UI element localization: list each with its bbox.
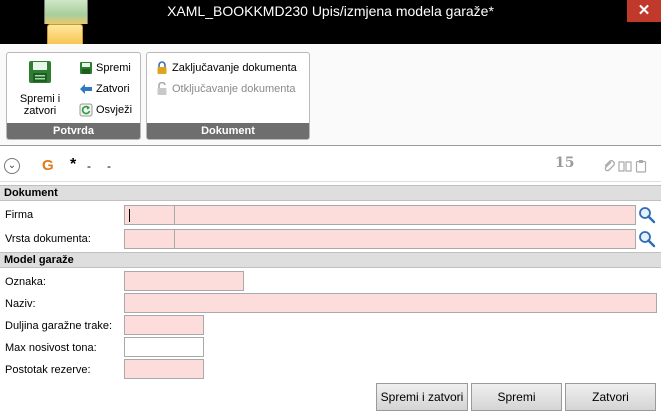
ribbon-home-tab[interactable]: [47, 24, 83, 46]
vrsta-dokumenta-code-input[interactable]: [124, 229, 175, 249]
firma-name-input[interactable]: [174, 205, 636, 225]
book-icon[interactable]: [618, 159, 632, 173]
collapse-toggle-icon[interactable]: ⌄: [4, 158, 20, 174]
ribbon-tab-strip: [0, 24, 661, 44]
attachment-icon[interactable]: [602, 159, 616, 173]
save-icon: [80, 62, 92, 74]
naziv-label: Naziv:: [5, 298, 36, 310]
save-and-close-button[interactable]: Spremi i zatvori: [376, 383, 468, 411]
max-nosivost-label: Max nosivost tona:: [5, 342, 97, 354]
vrsta-dokumenta-label: Vrsta dokumenta:: [5, 233, 91, 245]
unlock-document-label: Otključavanje dokumenta: [172, 83, 296, 95]
vrsta-dokumenta-name-input[interactable]: [174, 229, 636, 249]
save-ribbon-button[interactable]: Spremi: [79, 59, 131, 77]
lock-icon: [157, 61, 167, 74]
g-logo-icon[interactable]: G: [42, 157, 54, 174]
unlock-document-button[interactable]: Otključavanje dokumenta: [155, 80, 296, 98]
naziv-input[interactable]: [124, 293, 657, 313]
save-and-close-ribbon-button[interactable]: Spremi i zatvori: [13, 59, 67, 117]
arrow-left-icon: [80, 84, 92, 94]
refresh-ribbon-label: Osvježi: [96, 104, 133, 116]
ribbon-group-potvrda: Spremi i zatvori Spremi Zatvori Osvježi: [6, 52, 141, 140]
document-number: -: [87, 159, 91, 173]
ribbon-group-label-dokument: Dokument: [147, 123, 309, 139]
ribbon-group-label-potvrda: Potvrda: [7, 123, 140, 139]
postotak-rezerve-label: Postotak rezerve:: [5, 364, 91, 376]
save-ribbon-label: Spremi: [96, 62, 131, 74]
duljina-garazne-trake-label: Duljina garažne trake:: [5, 320, 113, 332]
vrsta-dokumenta-search-icon[interactable]: [637, 229, 657, 249]
unlock-icon: [157, 82, 167, 95]
max-nosivost-input[interactable]: [124, 337, 204, 357]
ribbon: Spremi i zatvori Spremi Zatvori Osvježi: [0, 44, 661, 146]
duljina-garazne-trake-input[interactable]: [124, 315, 204, 335]
close-window-button[interactable]: ✕: [627, 0, 661, 22]
text-caret: [129, 209, 130, 222]
close-button[interactable]: Zatvori: [565, 383, 656, 411]
lock-document-label: Zaključavanje dokumenta: [172, 62, 297, 74]
modified-indicator: *: [70, 156, 77, 173]
postotak-rezerve-input[interactable]: [124, 359, 204, 379]
section-model-garaze: Model garaže: [0, 252, 661, 268]
save-button[interactable]: Spremi: [471, 383, 562, 411]
close-ribbon-label: Zatvori: [96, 83, 130, 95]
bottom-button-bar: Spremi i zatvori Spremi Zatvori: [0, 380, 661, 414]
record-count: 15: [555, 155, 575, 171]
close-ribbon-button[interactable]: Zatvori: [79, 80, 130, 98]
document-date: -: [107, 159, 111, 173]
attachment-toolbar: [602, 159, 648, 173]
save-close-icon: [29, 61, 51, 83]
oznaka-label: Oznaka:: [5, 276, 46, 288]
clipboard-icon[interactable]: [634, 159, 648, 173]
lock-document-button[interactable]: Zaključavanje dokumenta: [155, 59, 297, 77]
document-toolbar: ⌄ G * - - 15: [0, 148, 661, 182]
ribbon-group-dokument: Zaključavanje dokumenta Otključavanje do…: [146, 52, 310, 140]
firma-label: Firma: [5, 209, 34, 221]
refresh-icon: [79, 103, 93, 117]
firma-code-input[interactable]: [124, 205, 175, 225]
firma-search-icon[interactable]: [637, 205, 657, 225]
section-dokument: Dokument: [0, 185, 661, 201]
save-and-close-ribbon-label: Spremi i zatvori: [19, 93, 61, 117]
refresh-ribbon-button[interactable]: Osvježi: [79, 101, 132, 119]
window-title: XAML_BOOKKMD230 Upis/izmjena modela gara…: [167, 3, 494, 19]
oznaka-input[interactable]: [124, 271, 244, 291]
